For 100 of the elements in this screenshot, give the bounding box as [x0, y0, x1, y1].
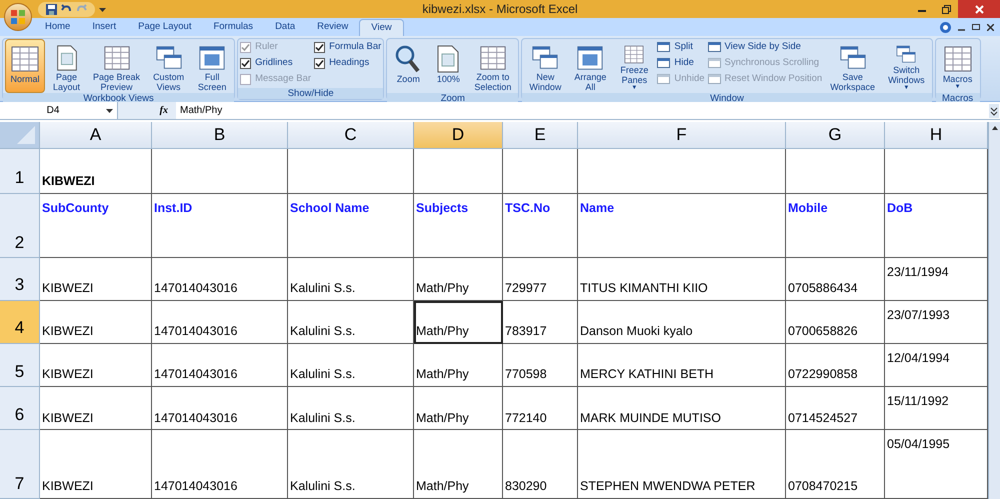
column-header[interactable]: B — [152, 122, 288, 150]
ribbon-small-button[interactable]: Split — [657, 39, 705, 55]
logo-icon — [10, 9, 26, 25]
column-header[interactable]: C — [288, 122, 414, 150]
grid-icon — [102, 44, 132, 72]
checkbox-label: Ruler — [255, 40, 278, 54]
office-button[interactable] — [4, 3, 32, 31]
ribbon-button[interactable]: 100% — [430, 39, 466, 93]
column-header[interactable]: A — [40, 122, 152, 150]
table-cell: Math/Phy — [414, 430, 503, 499]
scroll-up-icon[interactable] — [990, 124, 998, 132]
ribbon-tab[interactable]: Data — [264, 19, 306, 36]
column-header[interactable]: H — [885, 122, 988, 150]
ribbon-tab[interactable]: Insert — [81, 19, 128, 36]
checkbox[interactable] — [314, 42, 326, 52]
table-cell: Kalulini S.s. — [288, 387, 414, 430]
ribbon-button[interactable]: Zoom — [389, 39, 428, 93]
table-cell: Kalulini S.s. — [288, 344, 414, 388]
ribbon-small-button[interactable]: View Side by Side — [708, 39, 822, 55]
restore-icon[interactable] — [972, 23, 980, 31]
table-cell: Kalulini S.s. — [288, 258, 414, 301]
ribbon-button[interactable]: New Window — [524, 39, 566, 93]
formula-field[interactable]: Math/Phy — [176, 102, 989, 119]
caret-icon — [106, 107, 113, 114]
row-header[interactable]: 4 — [0, 300, 40, 344]
table-cell: MERCY KATHINI BETH — [578, 344, 786, 388]
ribbon-button[interactable]: Full Screen — [192, 39, 232, 93]
screen-icon — [575, 44, 606, 72]
table-cell: MARK MUINDE MUTISO — [578, 387, 786, 430]
ribbon-small-button[interactable]: Hide — [657, 55, 705, 71]
ribbon-tab[interactable]: Page Layout — [127, 19, 202, 36]
grid-icon — [478, 44, 508, 72]
function-label[interactable]: fx — [160, 103, 168, 118]
table-cell: 729977 — [503, 258, 578, 301]
close-icon — [974, 4, 984, 14]
close-button[interactable] — [958, 0, 1000, 18]
table-cell: School Name — [288, 194, 414, 258]
table-cell: 770598 — [503, 344, 578, 388]
row-header[interactable]: 6 — [0, 387, 40, 430]
ribbon-tab[interactable]: View — [359, 19, 404, 36]
table-cell: 0705886434 — [786, 258, 885, 301]
row-header[interactable]: 3 — [0, 258, 40, 301]
table-cell: 147014043016 — [152, 344, 288, 388]
table-cell: KIBWEZI — [40, 258, 152, 301]
ribbon-button[interactable]: Save Workspace — [825, 39, 880, 93]
table-cell: KIBWEZI — [40, 387, 152, 430]
ribbon-button[interactable]: Zoom to Selection — [469, 39, 516, 93]
page-icon — [435, 44, 462, 74]
restore-icon — [942, 4, 950, 14]
table-cell: 147014043016 — [152, 258, 288, 301]
ribbon-button[interactable]: Arrange All — [569, 39, 612, 93]
row-header[interactable]: 2 — [0, 194, 40, 258]
table-cell: 147014043016 — [152, 387, 288, 430]
checkbox[interactable] — [240, 58, 252, 68]
ribbon-button[interactable]: Page Break Preview — [88, 39, 146, 93]
window-icon — [657, 58, 670, 68]
table-cell: STEPHEN MWENDWA PETER — [578, 430, 786, 499]
table-cell: Math/Phy — [414, 300, 503, 344]
table-cell: SubCounty — [40, 194, 152, 258]
table-cell: 147014043016 — [152, 300, 288, 344]
help-icon[interactable] — [940, 22, 951, 32]
grid-icon — [10, 44, 40, 74]
table-cell: TSC.No — [503, 194, 578, 258]
close-icon[interactable] — [987, 24, 994, 30]
table-cell: 0700658826 — [786, 300, 885, 344]
table-cell: KIBWEZI — [40, 149, 152, 194]
row-header[interactable]: 1 — [0, 149, 40, 194]
table-cell: Kalulini S.s. — [288, 300, 414, 344]
window-icon — [657, 74, 670, 84]
table-cell: 830290 — [503, 430, 578, 499]
table-cell: KIBWEZI — [40, 344, 152, 388]
checkbox[interactable] — [314, 58, 326, 68]
window-title: kibwezi.xlsx - Microsoft Excel — [422, 1, 578, 18]
column-header[interactable]: F — [578, 122, 786, 150]
table-cell: 147014043016 — [152, 430, 288, 499]
table-cell: 0708470215 — [786, 430, 885, 499]
table-cell: Inst.ID — [152, 194, 288, 258]
caret-icon[interactable] — [99, 6, 106, 12]
ribbon-tab[interactable]: Review — [306, 19, 360, 36]
expand-icon[interactable] — [989, 104, 999, 118]
column-header[interactable]: G — [786, 122, 885, 150]
window-icon — [657, 42, 670, 52]
ribbon-tab[interactable]: Home — [34, 19, 82, 36]
table-cell: KIBWEZI — [40, 430, 152, 499]
row-header[interactable]: 7 — [0, 430, 40, 499]
ribbon-button[interactable]: Custom Views — [148, 39, 190, 93]
ribbon-button[interactable]: Page Layout — [48, 39, 86, 93]
screen-icon — [197, 44, 228, 72]
table-cell: Mobile — [786, 194, 885, 258]
column-header[interactable]: E — [503, 122, 578, 150]
checkbox-label: Formula Bar — [329, 40, 382, 54]
row-header[interactable]: 5 — [0, 344, 40, 388]
save-icon[interactable] — [46, 4, 57, 14]
column-header[interactable]: D — [414, 122, 503, 150]
table-cell: Kalulini S.s. — [288, 430, 414, 499]
ribbon-button[interactable]: Normal — [5, 39, 45, 93]
ribbon-tab[interactable]: Formulas — [202, 19, 264, 36]
table-cell: TITUS KIMANTHI KIIO — [578, 258, 786, 301]
table-cell: KIBWEZI — [40, 300, 152, 344]
group-label: Show/Hide — [238, 88, 384, 99]
